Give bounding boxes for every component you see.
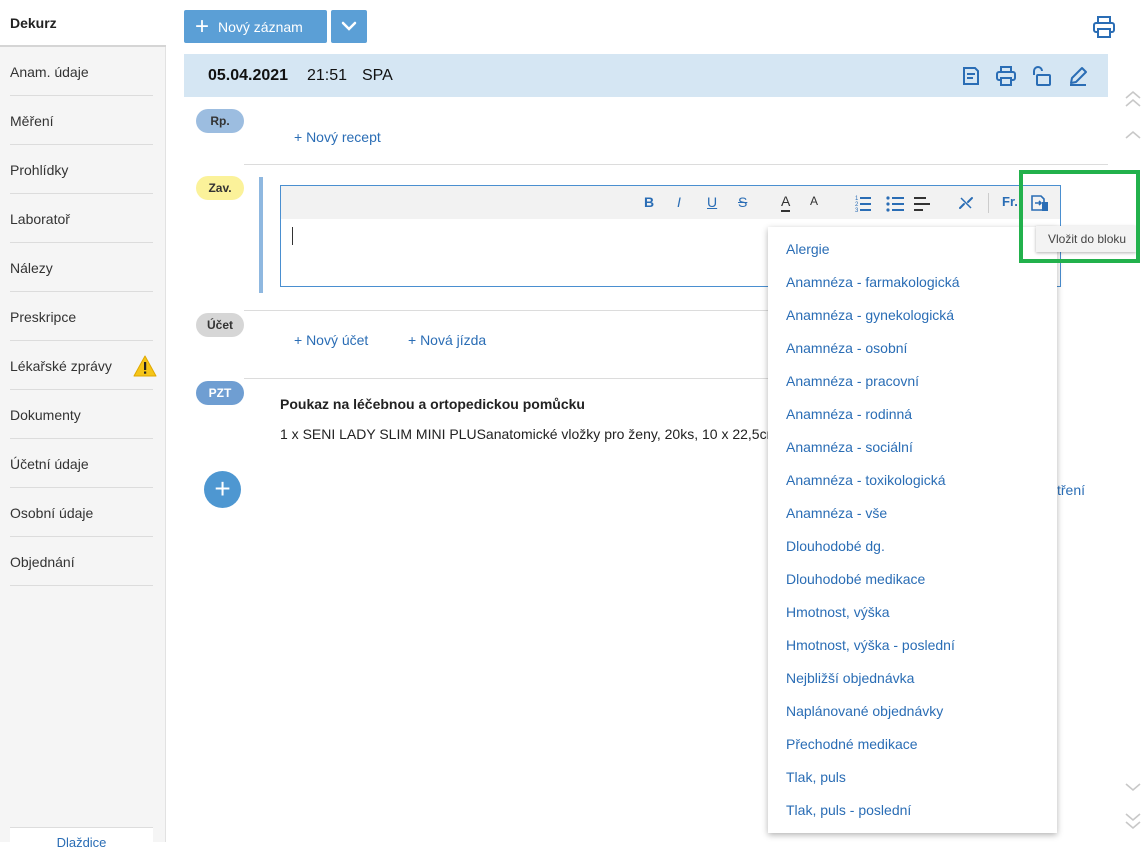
sidebar-item-objednani[interactable]: Objednání xyxy=(10,537,153,586)
strikethrough-button[interactable]: S xyxy=(738,194,747,212)
record-header: 05.04.2021 21:51 SPA xyxy=(184,54,1108,97)
dropdown-option[interactable]: Naplánované objednávky xyxy=(786,703,943,719)
editor-accent-bar xyxy=(259,177,263,293)
bullet-list-icon[interactable] xyxy=(886,194,904,212)
scroll-down-icon[interactable] xyxy=(1124,772,1142,802)
sidebar-item-preskripce[interactable]: Preskripce xyxy=(10,292,153,341)
dropdown-option[interactable]: Anamnéza - osobní xyxy=(786,340,907,356)
italic-button[interactable]: I xyxy=(677,194,681,212)
align-left-icon[interactable] xyxy=(914,194,930,212)
svg-text:3: 3 xyxy=(855,208,859,212)
remove-link-icon[interactable] xyxy=(957,194,975,212)
new-prescription-link[interactable]: + Nový recept xyxy=(294,129,381,145)
underline-button[interactable]: U xyxy=(707,194,717,212)
badge-pzt: PZT xyxy=(196,381,244,405)
sidebar-item-ucetni-udaje[interactable]: Účetní údaje xyxy=(10,439,153,488)
dropdown-option[interactable]: Anamnéza - toxikologická xyxy=(786,472,946,488)
dropdown-option[interactable]: Dlouhodobé medikace xyxy=(786,571,925,587)
dropdown-option[interactable]: Anamnéza - pracovní xyxy=(786,373,919,389)
editor-toolbar: B I U S A A 1 2 3 Fr. xyxy=(281,186,1060,219)
new-account-link[interactable]: + Nový účet xyxy=(294,332,368,348)
badge-ucet: Účet xyxy=(196,313,244,337)
sidebar-item-prohlidky[interactable]: Prohlídky xyxy=(10,145,153,194)
sidebar-item-nalezy[interactable]: Nálezy xyxy=(10,243,153,292)
section-divider xyxy=(244,164,1108,165)
sidebar-item-osobni-udaje[interactable]: Osobní údaje xyxy=(10,488,153,537)
scroll-up-icon[interactable] xyxy=(1124,122,1142,152)
new-record-dropdown-button[interactable] xyxy=(331,10,367,43)
unlock-icon[interactable] xyxy=(1031,65,1053,87)
scroll-top-icon[interactable] xyxy=(1124,88,1142,118)
record-time: 21:51 xyxy=(307,67,348,84)
section-divider xyxy=(244,378,768,379)
scroll-bottom-icon[interactable] xyxy=(1124,806,1142,836)
record-date: 05.04.2021 xyxy=(208,67,289,84)
sidebar: Dekurz Anam. údaje Měření Prohlídky Labo… xyxy=(0,0,166,850)
font-color-button[interactable]: A xyxy=(781,194,791,212)
new-ride-link[interactable]: + Nová jízda xyxy=(408,332,486,348)
badge-zav: Zav. xyxy=(196,176,244,200)
dropdown-option[interactable]: Anamnéza - sociální xyxy=(786,439,913,455)
bold-button[interactable]: B xyxy=(644,194,654,212)
insert-block-dropdown: Alergie Anamnéza - farmakologická Anamné… xyxy=(768,227,1057,833)
dropdown-option[interactable]: Anamnéza - farmakologická xyxy=(786,274,960,290)
warning-icon xyxy=(133,355,157,377)
dropdown-option[interactable]: Přechodné medikace xyxy=(786,736,918,752)
text-cursor xyxy=(292,227,293,245)
dropdown-option[interactable]: Nejbližší objednávka xyxy=(786,670,914,686)
dropdown-option[interactable]: Tlak, puls - poslední xyxy=(786,802,911,818)
chevron-down-icon xyxy=(341,21,357,31)
highlight-box xyxy=(1019,170,1140,263)
highlight-color-button[interactable]: A xyxy=(810,194,818,212)
pzt-item: 1 x SENI LADY SLIM MINI PLUSanatomické v… xyxy=(280,426,768,442)
dropdown-option[interactable]: Anamnéza - vše xyxy=(786,505,887,521)
tab-dlazdice[interactable]: Dlaždice xyxy=(10,827,153,850)
edit-icon[interactable] xyxy=(1067,65,1089,87)
dropdown-option[interactable]: Hmotnost, výška - poslední xyxy=(786,637,955,653)
dropdown-option[interactable]: Anamnéza - gynekologická xyxy=(786,307,954,323)
sidebar-item-anam[interactable]: Anam. údaje xyxy=(10,47,153,96)
badge-rp: Rp. xyxy=(196,109,244,133)
dropdown-option[interactable]: Dlouhodobé dg. xyxy=(786,538,885,554)
section-divider xyxy=(244,310,768,311)
note-icon[interactable] xyxy=(960,65,982,87)
plus-icon: + xyxy=(195,12,210,40)
numbered-list-icon[interactable]: 1 2 3 xyxy=(855,194,871,212)
new-record-label: Nový záznam xyxy=(218,18,303,35)
add-section-button[interactable]: + xyxy=(204,471,241,508)
pzt-title: Poukaz na léčebnou a ortopedickou pomůck… xyxy=(280,396,585,412)
toolbar-separator xyxy=(988,193,989,213)
dropdown-option[interactable]: Tlak, puls xyxy=(786,769,846,785)
sidebar-item-lekarske-zpravy[interactable]: Lékařské zprávy xyxy=(10,341,153,390)
partial-link[interactable]: tření xyxy=(1057,482,1085,498)
sidebar-item-dokumenty[interactable]: Dokumenty xyxy=(10,390,153,439)
dropdown-option[interactable]: Alergie xyxy=(786,241,830,257)
dropdown-option[interactable]: Hmotnost, výška xyxy=(786,604,889,620)
print-record-icon[interactable] xyxy=(995,65,1017,87)
phrases-button[interactable]: Fr. xyxy=(1002,194,1018,212)
sidebar-item-dekurz[interactable]: Dekurz xyxy=(0,0,166,47)
sidebar-item-mereni[interactable]: Měření xyxy=(10,96,153,145)
record-author: SPA xyxy=(362,67,393,84)
sidebar-item-laborator[interactable]: Laboratoř xyxy=(10,194,153,243)
print-icon[interactable] xyxy=(1092,15,1116,39)
new-record-button[interactable]: + Nový záznam xyxy=(184,10,327,43)
dropdown-option[interactable]: Anamnéza - rodinná xyxy=(786,406,912,422)
